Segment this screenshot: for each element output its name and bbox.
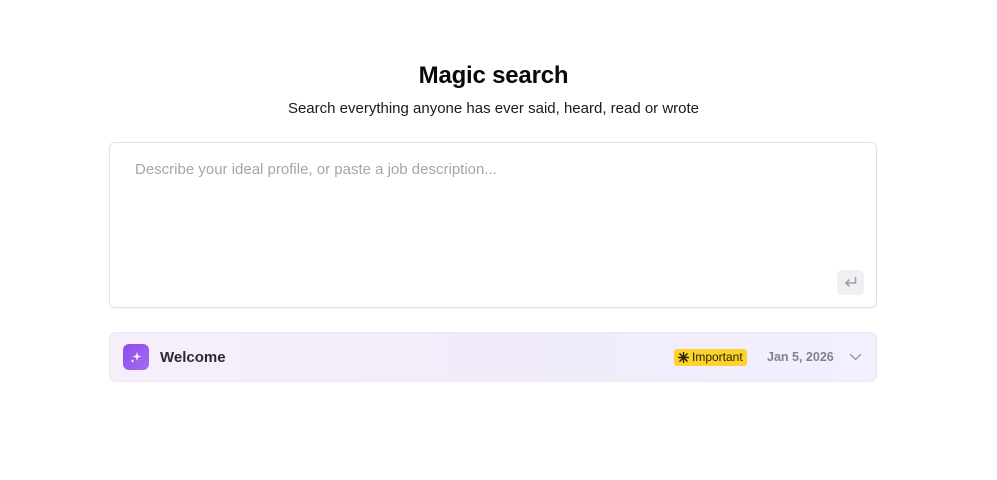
card-title: Welcome xyxy=(160,349,226,366)
asterisk-icon xyxy=(678,352,689,363)
search-input[interactable] xyxy=(135,159,835,259)
enter-return-icon xyxy=(843,276,858,289)
page: Magic search Search everything anyone ha… xyxy=(0,0,997,480)
page-subtitle: Search everything anyone has ever said, … xyxy=(287,100,700,117)
page-title: Magic search xyxy=(418,62,569,89)
card-date: Jan 5, 2026 xyxy=(767,350,834,364)
search-box xyxy=(109,142,877,308)
welcome-card[interactable]: Welcome Important Jan 5, 2026 xyxy=(109,332,877,382)
sparkles-icon xyxy=(123,344,149,370)
badge-label: Important xyxy=(692,350,743,364)
submit-button[interactable] xyxy=(837,270,864,295)
important-badge: Important xyxy=(674,349,747,366)
chevron-down-icon[interactable] xyxy=(848,350,862,364)
